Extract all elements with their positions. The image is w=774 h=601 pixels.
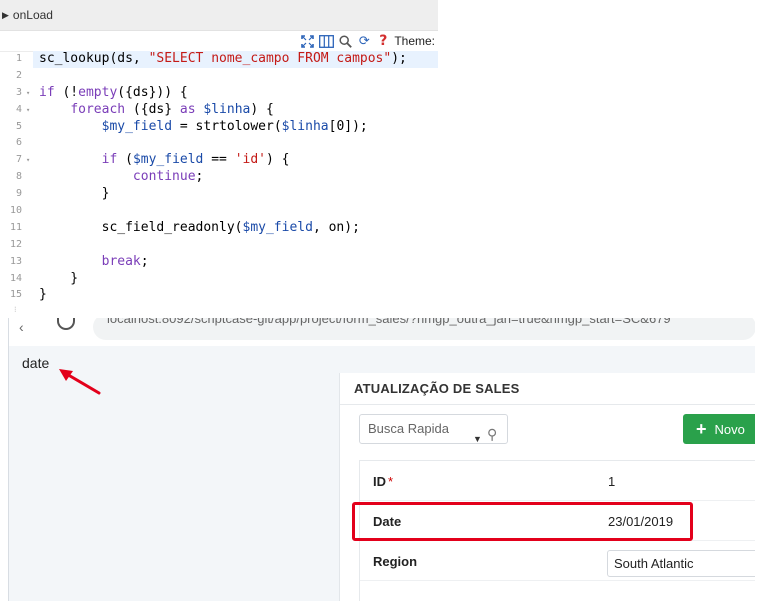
line-number: 1 (15, 53, 22, 64)
code-line[interactable]: 4 ▾ foreach ({ds} as $linha) { (0, 102, 438, 119)
code-line[interactable]: 3 ▾ if (!empty({ds})) { (0, 85, 438, 102)
line-number: 6 (15, 137, 22, 149)
expand-triangle-icon[interactable]: ▶ (2, 10, 9, 21)
plus-icon: + (696, 419, 707, 439)
scroll-edge: ⁝ (14, 305, 17, 314)
code-area[interactable]: 1 sc_lookup(ds, "SELECT nome_campo FROM c… (0, 51, 438, 313)
new-button-label: Novo (714, 422, 745, 437)
reload-icon[interactable] (57, 318, 75, 330)
quick-search-placeholder: Busca Rapida (368, 421, 449, 436)
code-text: sc_field_readonly($my_field, on); (39, 219, 360, 235)
line-number: 15 (9, 289, 22, 301)
field-label: Region (373, 554, 417, 569)
line-number: 14 (9, 272, 22, 284)
refresh-icon[interactable]: ⟳ (356, 33, 372, 49)
code-text: continue; (132, 169, 204, 185)
code-text: foreach ({ds} as $linha) { (70, 101, 274, 117)
code-line[interactable]: 11 sc_field_readonly($my_field, on); (0, 220, 438, 237)
code-line[interactable]: 12 (0, 237, 438, 254)
form-row-id: ID * 1 (360, 461, 755, 501)
code-text: } (39, 186, 110, 202)
code-text: $my_field = strtolower($linha[0]); (101, 118, 368, 134)
help-icon[interactable]: ? (375, 33, 391, 49)
line-number: 12 (9, 238, 22, 250)
line-number: 11 (9, 221, 22, 233)
line-number: 10 (9, 205, 22, 217)
code-editor-panel: ▶ onLoad ⟳ ? Theme: 1 sc_lookup(ds, "SELE… (0, 0, 438, 315)
line-number: 5 (15, 120, 22, 132)
editor-toolbar: ⟳ ? Theme: (0, 31, 438, 52)
quick-search-input[interactable]: Busca Rapida ▼ ⚲ (359, 414, 508, 444)
code-text: } (39, 287, 47, 303)
address-bar[interactable]: localhost:8092/scriptcase-git/app/projec… (93, 318, 755, 340)
event-name: onLoad (12, 8, 53, 22)
code-line[interactable]: 8 continue; (0, 169, 438, 186)
browser-window: ‹ localhost:8092/scriptcase-git/app/proj… (8, 318, 755, 601)
fold-arrow-icon[interactable]: ▾ (26, 102, 30, 119)
code-text: break; (101, 253, 149, 269)
columns-icon[interactable] (318, 33, 334, 49)
field-name-output: date (22, 355, 50, 371)
page-title: ATUALIZAÇÃO DE SALES (340, 373, 755, 405)
code-line[interactable]: 9 } (0, 186, 438, 203)
code-line[interactable]: 7 ▾ if ($my_field == 'id') { (0, 152, 438, 169)
code-text: } (39, 270, 79, 286)
code-line[interactable]: 14 } (0, 271, 438, 288)
code-text: sc_lookup(ds, "SELECT nome_campo FROM ca… (33, 51, 438, 68)
date-highlight-box (352, 502, 693, 541)
theme-label: Theme: (394, 34, 435, 48)
field-value: 1 (608, 474, 616, 489)
line-number: 9 (15, 188, 22, 200)
search-icon[interactable]: ⚲ (487, 421, 497, 449)
code-line[interactable]: 15} (0, 287, 438, 304)
line-number: 8 (15, 171, 22, 183)
code-text: if ($my_field == 'id') { (101, 152, 290, 168)
line-number: 2 (15, 69, 22, 81)
browser-toolbar: ‹ localhost:8092/scriptcase-git/app/proj… (9, 318, 755, 346)
form-row-region: Region South Atlantic (360, 541, 755, 581)
red-arrow-icon (59, 369, 101, 395)
search-icon[interactable] (337, 33, 353, 49)
code-text: if (!empty({ds})) { (39, 84, 188, 100)
fullscreen-icon[interactable] (299, 33, 315, 49)
code-line[interactable]: 6 (0, 135, 438, 152)
required-marker: * (388, 474, 394, 489)
field-label-text: Region (373, 554, 418, 569)
caret-down-icon[interactable]: ▼ (473, 425, 482, 453)
code-line[interactable]: 13 break; (0, 254, 438, 271)
region-select[interactable]: South Atlantic (607, 550, 755, 577)
code-line[interactable]: 1 sc_lookup(ds, "SELECT nome_campo FROM c… (0, 51, 438, 68)
app-form-panel: ATUALIZAÇÃO DE SALES Busca Rapida ▼ ⚲ + N… (339, 373, 755, 601)
field-label-text: ID (373, 474, 386, 489)
fold-arrow-icon[interactable]: ▾ (26, 152, 30, 169)
field-label: ID * (373, 474, 393, 489)
event-header[interactable]: ▶ onLoad (0, 0, 438, 31)
line-number: 13 (9, 255, 22, 267)
new-record-button[interactable]: + Novo (683, 414, 755, 444)
code-line[interactable]: 10 (0, 203, 438, 220)
fold-arrow-icon[interactable]: ▾ (26, 85, 30, 102)
code-line[interactable]: 5 $my_field = strtolower($linha[0]); (0, 119, 438, 136)
code-line[interactable]: 2 (0, 68, 438, 85)
back-arrow-icon[interactable]: ‹ (19, 319, 24, 335)
